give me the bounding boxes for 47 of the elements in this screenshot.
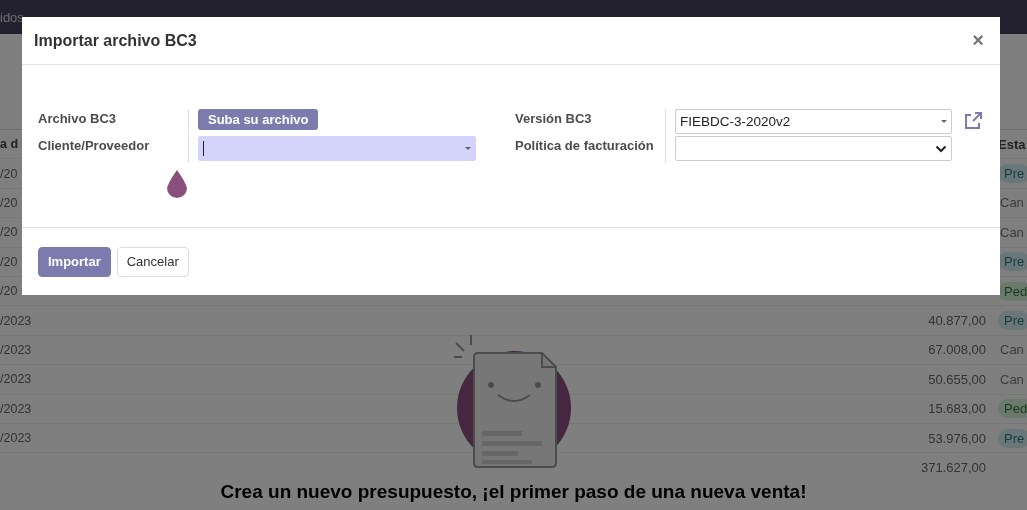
select-field[interactable] (675, 136, 952, 161)
date-cell: /20 (0, 195, 18, 210)
amount-cell-text: 67.008,00 (927, 342, 987, 358)
status-badge: Ped (998, 281, 1027, 301)
empty-state-message: Crea un nuevo presupuesto, ¡el primer paso de una nueva venta! (220, 481, 807, 503)
date-cell: /2023 (0, 372, 32, 387)
status-text: Can (999, 341, 1025, 360)
status-badge: Pre (998, 311, 1027, 331)
date-cell: /20 (0, 284, 18, 299)
status-badge: Pre (998, 252, 1027, 272)
date-cell: /2023 (0, 313, 32, 328)
droplet-icon (166, 169, 188, 199)
dropdown-field[interactable]: FIEBDC-3-2020v2 (675, 109, 952, 134)
field-label: Versión BC3 (515, 110, 593, 128)
import-button[interactable]: Importar (38, 246, 111, 277)
field-label: Cliente/Proveedor (38, 137, 151, 155)
status-badge: Ped (998, 399, 1027, 419)
status-badge: Pre (998, 428, 1027, 448)
close-button[interactable]: × (968, 29, 988, 52)
external-link-icon[interactable] (963, 111, 983, 131)
date-cell: /2023 (0, 431, 32, 446)
chevron-down-icon (935, 144, 947, 153)
field-label: Archivo BC3 (38, 110, 118, 128)
caret-icon (465, 147, 471, 150)
amount-cell-text: 15.683,00 (927, 401, 987, 417)
amount-cell-text: 40.877,00 (927, 313, 987, 329)
date-cell: /20 (0, 254, 18, 269)
column-header[interactable]: a d (0, 137, 19, 152)
date-cell: /20 (0, 166, 18, 181)
status-badge: Pre (998, 164, 1027, 184)
text-cursor (203, 141, 204, 156)
upload-button[interactable]: Suba su archivo (198, 109, 319, 130)
nav-menu-item[interactable]: idos (0, 0, 34, 34)
dialog-title: Importar archivo BC3 (34, 31, 197, 50)
date-cell: /20 (0, 225, 18, 240)
status-text: Can (999, 370, 1025, 389)
caret-icon (941, 120, 947, 123)
total-amount: 371.627,00 (919, 459, 987, 475)
cancel-button[interactable]: Cancelar (116, 246, 189, 277)
status-text: Can (999, 194, 1025, 213)
date-cell: /2023 (0, 401, 32, 416)
amount-cell-text: 50.655,00 (927, 371, 987, 387)
date-cell: /2023 (0, 342, 32, 357)
dropdown-field[interactable] (198, 136, 476, 161)
amount-cell-text: 53.976,00 (927, 430, 987, 446)
field-label: Política de facturación (515, 137, 655, 155)
status-text: Can (999, 223, 1025, 242)
